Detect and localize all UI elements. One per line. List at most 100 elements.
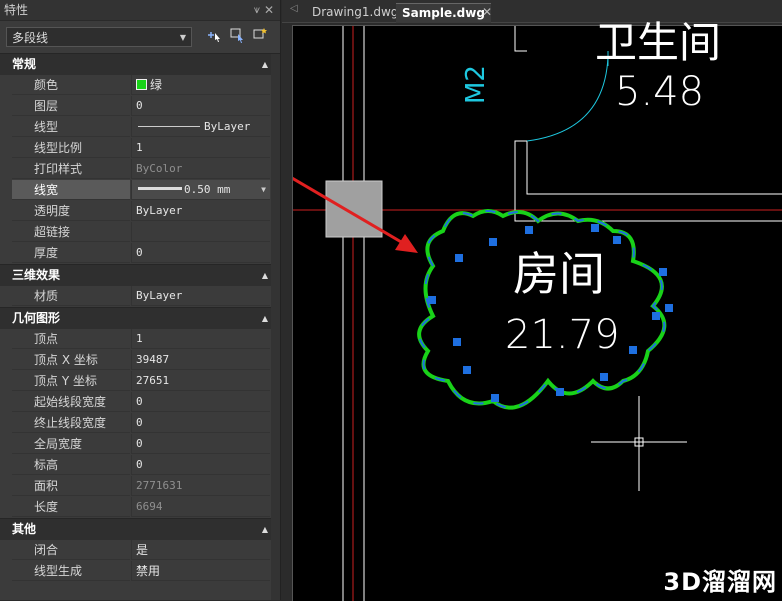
crosshair-cursor [591, 396, 687, 491]
door-swing-arc [526, 55, 609, 142]
tab-label: Sample.dwg [402, 6, 485, 20]
property-row-hyperlink[interactable]: 超链接 [0, 222, 280, 243]
object-type-dropdown[interactable]: 多段线 ▼ [6, 27, 192, 47]
property-name: 终止线段宽度 [12, 413, 130, 433]
grip[interactable] [491, 394, 499, 402]
property-row-elevation[interactable]: 标高 0 [0, 455, 280, 476]
property-row-linetype[interactable]: 线型 ByLayer [0, 117, 280, 138]
grip[interactable] [463, 366, 471, 374]
property-value[interactable]: 0 [131, 413, 270, 433]
property-row-layer[interactable]: 图层 0 [0, 96, 280, 117]
property-value[interactable]: 39487 [131, 350, 270, 370]
add-to-selection-icon[interactable] [204, 27, 224, 47]
property-name: 线型 [12, 117, 130, 137]
grip[interactable] [556, 388, 564, 396]
grip[interactable] [591, 224, 599, 232]
grip[interactable] [600, 373, 608, 381]
quick-select-icon[interactable] [250, 27, 270, 47]
section-title: 其他 [12, 522, 37, 536]
linetype-sample [138, 126, 200, 127]
section-general-header[interactable]: 常规 ▲ [0, 53, 280, 75]
property-value[interactable] [131, 222, 270, 242]
property-value[interactable]: ByLayer [131, 286, 270, 306]
section-misc-header[interactable]: 其他 ▲ [0, 518, 280, 540]
tab-sample[interactable]: Sample.dwg [396, 3, 491, 23]
property-value[interactable]: 0 [131, 392, 270, 412]
collapse-caret-icon: ▲ [261, 314, 268, 323]
grip[interactable] [659, 268, 667, 276]
property-name: 透明度 [12, 201, 130, 221]
property-value-lineweight[interactable]: 0.50 mm ▼ [131, 180, 270, 200]
property-value[interactable]: 0 [131, 455, 270, 475]
wall-line [526, 141, 782, 195]
close-icon[interactable]: ✕ [264, 0, 274, 20]
property-value[interactable]: 27651 [131, 371, 270, 391]
column-block[interactable] [325, 180, 383, 238]
wall-line [514, 26, 527, 52]
panel-scrollbar[interactable] [271, 54, 280, 600]
grip[interactable] [652, 312, 660, 320]
section-title: 几何图形 [12, 311, 61, 325]
property-row-linetype-generation[interactable]: 线型生成 禁用 [0, 561, 280, 582]
section-3d-header[interactable]: 三维效果 ▲ [0, 264, 280, 286]
chevron-down-icon: ▼ [179, 33, 186, 42]
property-name: 顶点 [12, 329, 130, 349]
object-type-value: 多段线 [12, 31, 49, 45]
property-value[interactable]: 1 [131, 138, 270, 158]
section-geometry-header[interactable]: 几何图形 ▲ [0, 307, 280, 329]
property-value-color[interactable]: 绿 [131, 75, 270, 95]
property-row-vertex[interactable]: 顶点 1 [0, 329, 280, 350]
grip[interactable] [455, 254, 463, 262]
property-row-transparency[interactable]: 透明度 ByLayer [0, 201, 280, 222]
tab-drawing1[interactable]: Drawing1.dwg [306, 3, 404, 22]
property-value[interactable]: 0 [131, 243, 270, 263]
property-value[interactable]: ByLayer [131, 201, 270, 221]
property-row-vertex-x[interactable]: 顶点 X 坐标 39487 [0, 350, 280, 371]
room-top-area: 5.48 [615, 69, 705, 115]
drawing-canvas[interactable]: 卫生间 5.48 M2 房间 21.79 3D溜溜网 [292, 18, 782, 601]
grip[interactable] [489, 238, 497, 246]
select-objects-icon[interactable] [227, 27, 247, 47]
pin-icon[interactable]: ⩛ [254, 0, 260, 20]
grip[interactable] [629, 346, 637, 354]
property-value[interactable]: 是 [131, 540, 270, 560]
property-row-plot-style[interactable]: 打印样式 ByColor [0, 159, 280, 180]
property-value[interactable]: 0 [131, 96, 270, 116]
property-row-global-width[interactable]: 全局宽度 0 [0, 434, 280, 455]
property-name: 标高 [12, 455, 130, 475]
property-row-vertex-y[interactable]: 顶点 Y 坐标 27651 [0, 371, 280, 392]
grip[interactable] [453, 338, 461, 346]
property-name: 闭合 [12, 540, 130, 560]
chevron-down-icon[interactable]: ▼ [261, 180, 266, 200]
property-value[interactable]: 1 [131, 329, 270, 349]
grip[interactable] [428, 296, 436, 304]
property-value[interactable]: 0 [131, 434, 270, 454]
property-row-end-width[interactable]: 终止线段宽度 0 [0, 413, 280, 434]
property-value[interactable]: 禁用 [131, 561, 270, 581]
property-row-start-width[interactable]: 起始线段宽度 0 [0, 392, 280, 413]
panel-title: 特性 [4, 3, 29, 17]
room-top-name: 卫生间 [595, 18, 722, 67]
properties-title-bar: 特性 ⩛ ✕ [0, 0, 280, 21]
property-name: 起始线段宽度 [12, 392, 130, 412]
property-row-material[interactable]: 材质 ByLayer [0, 286, 280, 307]
property-row-linetype-scale[interactable]: 线型比例 1 [0, 138, 280, 159]
property-row-lineweight[interactable]: 线宽 0.50 mm ▼ [0, 180, 280, 201]
property-name: 顶点 X 坐标 [12, 350, 130, 370]
grip[interactable] [525, 226, 533, 234]
property-row-area: 面积 2771631 [0, 476, 280, 497]
property-value-linetype[interactable]: ByLayer [131, 117, 270, 137]
property-name: 材质 [12, 286, 130, 306]
property-value: 2771631 [131, 476, 270, 496]
tab-scroll-left-icon[interactable]: ◁ [290, 3, 298, 14]
grip[interactable] [613, 236, 621, 244]
property-name: 线宽 [12, 180, 130, 200]
property-row-closed[interactable]: 闭合 是 [0, 540, 280, 561]
property-row-color[interactable]: 颜色 绿 [0, 75, 280, 96]
property-value: ByColor [131, 159, 270, 179]
close-tab-icon[interactable]: ✕ [482, 3, 492, 22]
grip[interactable] [665, 304, 673, 312]
property-row-thickness[interactable]: 厚度 0 [0, 243, 280, 264]
property-row-length: 长度 6694 [0, 497, 280, 518]
properties-panel: 特性 ⩛ ✕ 多段线 ▼ 常规 ▲ 颜色 绿 图层 0 线型 ByLayer 线… [0, 0, 281, 600]
